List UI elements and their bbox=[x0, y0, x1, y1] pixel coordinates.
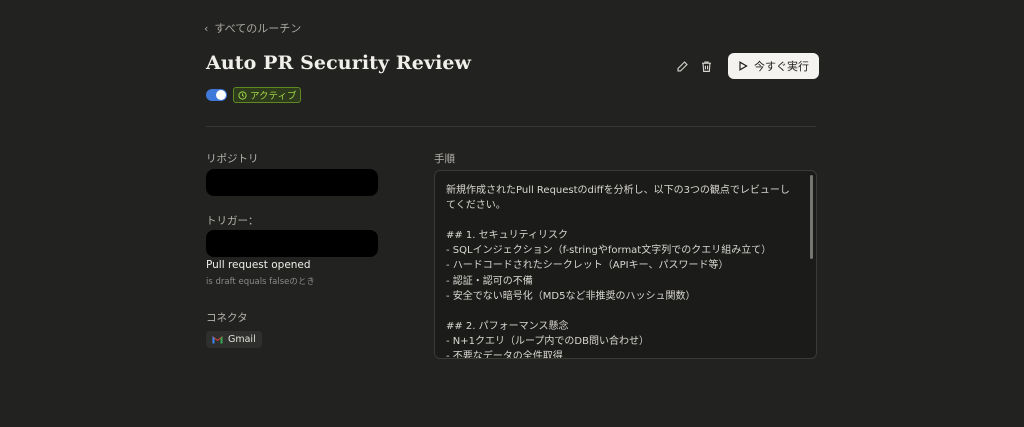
trash-icon bbox=[701, 60, 711, 72]
run-now-button[interactable]: 今すぐ実行 bbox=[728, 53, 819, 79]
chevron-left-icon: ‹ bbox=[204, 21, 209, 35]
trigger-condition: is draft equals falseのとき bbox=[206, 277, 315, 287]
pencil-icon bbox=[676, 60, 688, 72]
repository-redacted bbox=[206, 169, 378, 196]
connector-chip-gmail[interactable]: Gmail bbox=[206, 331, 262, 348]
play-icon bbox=[739, 61, 748, 71]
edit-button[interactable] bbox=[670, 54, 694, 78]
status-label: アクティブ bbox=[250, 91, 297, 102]
back-link[interactable]: ‹ すべてのルーチン bbox=[204, 20, 301, 36]
gmail-icon bbox=[212, 335, 223, 344]
steps-editor[interactable]: 新規作成されたPull Requestのdiffを分析し、以下の3つの観点でレビ… bbox=[434, 170, 817, 359]
steps-scrollbar[interactable] bbox=[810, 175, 813, 259]
connector-label-gmail: Gmail bbox=[228, 334, 256, 345]
status-badge: アクティブ bbox=[233, 87, 302, 103]
trigger-redacted bbox=[206, 230, 378, 257]
clock-icon bbox=[238, 90, 247, 100]
repository-label: リポジトリ bbox=[206, 153, 259, 165]
steps-content: 新規作成されたPull Requestのdiffを分析し、以下の3つの観点でレビ… bbox=[446, 185, 790, 359]
status-row: アクティブ bbox=[206, 87, 302, 103]
run-now-label: 今すぐ実行 bbox=[754, 60, 809, 73]
trigger-label: トリガー： bbox=[206, 215, 259, 227]
trigger-name: Pull request opened bbox=[206, 259, 311, 271]
header-actions: 今すぐ実行 bbox=[670, 53, 819, 79]
header-divider bbox=[206, 126, 816, 127]
active-toggle[interactable] bbox=[206, 89, 227, 101]
delete-button[interactable] bbox=[694, 54, 718, 78]
back-link-label: すべてのルーチン bbox=[214, 22, 302, 35]
steps-label: 手順 bbox=[434, 153, 455, 165]
connector-label: コネクタ bbox=[206, 312, 248, 324]
page-title: Auto PR Security Review bbox=[206, 52, 472, 74]
